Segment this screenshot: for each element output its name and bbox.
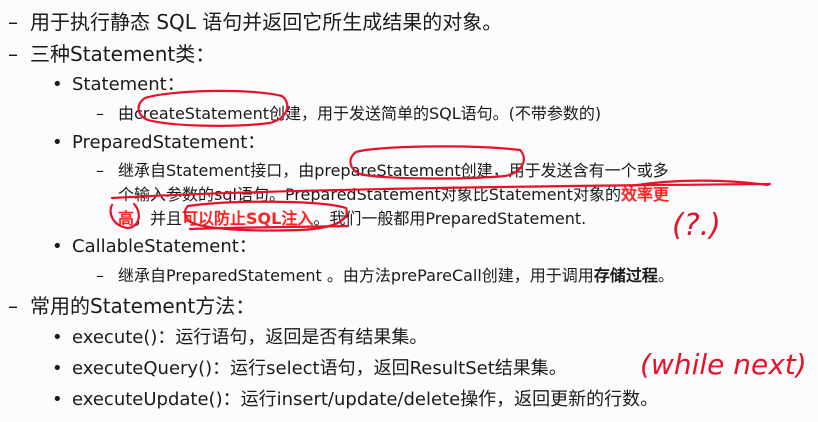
prepared-title: • PreparedStatement： (52, 132, 266, 153)
bullet-marker: • (52, 327, 63, 348)
intro-line: – 用于执行静态 SQL 语句并返回它所生成结果的对象。 (8, 10, 503, 34)
dash-marker: – (96, 266, 104, 285)
callable-title: • CallableStatement： (52, 236, 257, 257)
dash-marker: – (96, 104, 104, 123)
statement-title: • Statement： (52, 74, 185, 95)
types-heading: – 三种Statement类： (8, 42, 216, 66)
dash-marker: – (8, 42, 18, 66)
prepared-desc-1: – 继承自Statement接口，由prepareStatement创建，用于发送… (96, 161, 669, 180)
handwritten-question: (?.) (672, 208, 721, 243)
statement-desc: – 由createStatement创建，用于发送简单的SQL语句。(不带参数的) (96, 104, 602, 123)
handwritten-note: (while next) (640, 348, 807, 381)
bullet-marker: • (52, 132, 63, 153)
methods-heading: – 常用的Statement方法： (8, 294, 256, 318)
dash-marker: – (8, 10, 18, 34)
callable-desc: – 继承自PreparedStatement 。由方法prePareCall创建，… (96, 266, 674, 285)
method-execute-query: • executeQuery()：运行select语句，返回ResultSet结果… (52, 358, 567, 379)
bullet-marker: • (52, 358, 63, 379)
bullet-marker: • (52, 389, 63, 410)
prepared-desc-2: 个输入参数的sql语句。PreparedStatement对象比Statemen… (118, 185, 669, 204)
bullet-marker: • (52, 236, 63, 257)
method-execute-update: • executeUpdate()：运行insert/update/delete操… (52, 389, 659, 410)
dash-marker: – (96, 161, 104, 180)
emphasis-efficiency: 效率更 (620, 185, 669, 204)
dash-marker: – (8, 294, 18, 318)
method-execute: • execute()：运行语句，返回是否有结果集。 (52, 327, 428, 348)
bullet-marker: • (52, 74, 63, 95)
emphasis-sql-injection: 可以防止SQL注入 (182, 209, 314, 228)
prepared-desc-3: 高，并且可以防止SQL注入。我们一般都用PreparedStatement. (118, 209, 587, 228)
emphasis-stored-procedure: 存储过程 (593, 266, 658, 285)
